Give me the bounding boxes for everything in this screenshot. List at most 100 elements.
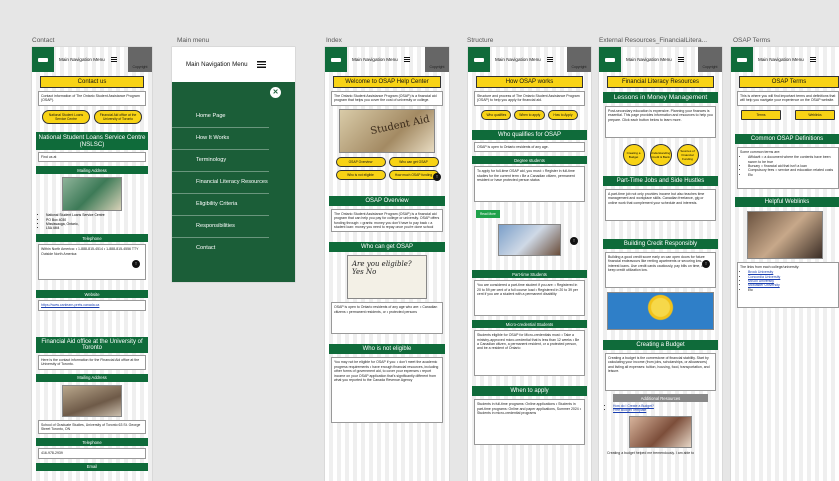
index-navbar: Main Navigation Menu Copyright [325, 47, 449, 72]
terms-heading: OSAP Terms [739, 76, 839, 88]
menu-item-terminology[interactable]: Terminology [172, 150, 269, 172]
back-to-top-icon[interactable]: ↑ [702, 260, 710, 268]
who-can-get-button[interactable]: Who can get OSAP [388, 156, 439, 167]
hamburger-icon[interactable] [110, 57, 117, 62]
when-to-apply-button[interactable]: When to apply [514, 109, 546, 120]
who-not-eligible-button[interactable]: Who is not eligible [335, 169, 386, 180]
back-to-top-icon[interactable]: ↑ [570, 237, 578, 245]
website-url[interactable]: https://www.canlearn-prets.canada.ca [38, 300, 146, 311]
nav-menu-label[interactable]: Main Navigation Menu [352, 57, 398, 62]
frame-label-structure: Structure [467, 37, 494, 44]
creating-budget-title: Creating a Budget [603, 340, 718, 350]
building-credit-title: Building Credit Responsibly [603, 239, 718, 249]
website-link[interactable]: https://www.canlearn-prets.canada.ca [41, 303, 99, 307]
external-frame: Main Navigation Menu Copyright Financial… [599, 47, 722, 481]
nslsc-button[interactable]: National Student Loans Service Centre [42, 109, 90, 124]
student-laptop-image [747, 210, 823, 259]
back-to-top-icon[interactable]: ↑ [132, 260, 140, 268]
when-text: Students in full-time programs: Online a… [474, 399, 585, 446]
osap-logo[interactable] [32, 47, 54, 72]
phone-text: Within North America: • 1-888-815-4514 •… [38, 244, 146, 281]
student-photo [629, 415, 692, 448]
nslsc-image [62, 177, 122, 212]
creating-budget-button[interactable]: Creating a Budget [622, 144, 645, 166]
nslsc-title: National Student Loans Service Centre (N… [36, 131, 148, 150]
read-more-button[interactable]: Read More [476, 210, 500, 219]
hamburger-icon[interactable] [546, 57, 553, 62]
financial-aid-button[interactable]: Financial Aid office at the University o… [94, 109, 142, 124]
menu-item-financial-literacy[interactable]: Financial Literacy Resources [172, 172, 269, 194]
hamburger-icon[interactable] [256, 61, 266, 68]
osap-logo[interactable] [325, 47, 347, 72]
definitions-intro: Some common terms are: [740, 149, 781, 154]
links-intro: The links from each college/university: [740, 264, 800, 269]
menu-item-eligibility[interactable]: Eligibility Criteria [172, 194, 269, 216]
degree-students-bar: Degree students [472, 156, 587, 165]
hamburger-icon[interactable] [809, 57, 816, 62]
how-to-apply-button[interactable]: How to Apply [548, 109, 578, 120]
how-much-funding-button[interactable]: How much OSAP funding [388, 169, 439, 180]
who-qualifies-title: Who qualifies for OSAP [472, 129, 587, 140]
lessons-text: Post-secondary education is expensive. P… [605, 106, 716, 138]
lessons-title: Lessons in Money Management [603, 92, 718, 103]
email-bar: Email [36, 462, 148, 471]
osap-logo[interactable] [731, 47, 753, 72]
university-link[interactable]: Brock University [748, 270, 773, 274]
credit-lightbulb-image [607, 292, 714, 330]
uoft-building-image [62, 384, 122, 417]
nav-menu-label[interactable]: Main Navigation Menu [758, 57, 804, 62]
nav-menu-label[interactable]: Main Navigation Menu [495, 57, 541, 62]
copyright-box: Copyright [567, 47, 591, 72]
terms-button[interactable]: Terms [741, 109, 781, 120]
not-eligible-text: You may not be eligible for OSAP if you:… [331, 357, 443, 424]
hamburger-icon[interactable] [403, 57, 410, 62]
index-heading: Welcome to OSAP Help Center [333, 76, 441, 88]
contact-frame: Main Navigation Menu Copyright Contact u… [32, 47, 152, 481]
osap-logo[interactable] [468, 47, 490, 72]
university-link[interactable]: McGill University [748, 279, 774, 283]
definition-item: Etc [748, 173, 836, 177]
nav-menu-label[interactable]: Main Navigation Menu [626, 57, 672, 62]
fa-mailing-bar: Mailing Address [36, 373, 148, 382]
weblinks-button[interactable]: Weblinks [795, 109, 835, 120]
part-time-text: You are considered a part-time student i… [474, 280, 585, 317]
osap-overview-button[interactable]: OSAP Overview [335, 156, 386, 167]
resource-link[interactable]: How do I Create a Budget? [613, 404, 654, 408]
additional-resources-bar: Additional Resources [613, 394, 708, 402]
address-list: National Student Loans Service Centre PO… [38, 213, 146, 230]
copyright-box: Copyright [425, 47, 449, 72]
close-icon[interactable]: ✕ [270, 87, 281, 98]
definition-item: Compulsory fees = service and education … [748, 168, 836, 172]
fa-address: School of Graduate Studies, University o… [38, 419, 146, 435]
hamburger-icon[interactable] [677, 57, 684, 62]
nav-menu-label[interactable]: Main Navigation Menu [59, 57, 105, 62]
back-to-top-icon[interactable]: ↑ [433, 173, 441, 181]
weblinks-box: The links from each college/university: … [737, 261, 839, 308]
students-image [498, 224, 561, 257]
funding-sources-button[interactable]: Sources of Financial Funding [676, 144, 699, 166]
part-time-jobs-text: A part-time job not only provides income… [605, 189, 716, 221]
university-link[interactable]: McMaster University [748, 283, 780, 287]
frame-label-contact: Contact [32, 37, 55, 44]
micro-text: Students eligible for OSAP for Micro-cre… [474, 330, 585, 377]
mailing-address-bar: Mailing Address [36, 166, 148, 175]
structure-frame: Main Navigation Menu Copyright How OSAP … [468, 47, 591, 481]
qualifies-text: OSAP is open to Ontario residents of any… [474, 141, 585, 153]
menu-item-how-it-works[interactable]: How It Works [172, 128, 269, 150]
who-qualifies-button[interactable]: Who qualifies [481, 109, 512, 120]
contact-heading: Contact us [40, 76, 144, 88]
fa-telephone-bar: Telephone [36, 438, 148, 447]
definition-item: Affidavit = a document where the content… [748, 155, 836, 164]
menu-item-responsibilities[interactable]: Responsibilities [172, 216, 269, 238]
osap-logo[interactable] [599, 47, 621, 72]
credit-bank-button[interactable]: Understanding Credit & Bank [649, 144, 672, 166]
resource-link[interactable]: Free Budget Template [613, 408, 646, 412]
link-etc: Etc [748, 288, 836, 292]
menu-item-home[interactable]: Home Page [172, 106, 269, 128]
university-link[interactable]: Concordia University [748, 275, 780, 279]
index-frame: Main Navigation Menu Copyright Welcome t… [325, 47, 449, 481]
when-to-apply-title: When to apply [472, 386, 587, 397]
external-heading: Financial Literacy Resources [607, 76, 714, 88]
menu-header: Main Navigation Menu [172, 47, 295, 82]
menu-item-contact[interactable]: Contact [172, 238, 269, 259]
